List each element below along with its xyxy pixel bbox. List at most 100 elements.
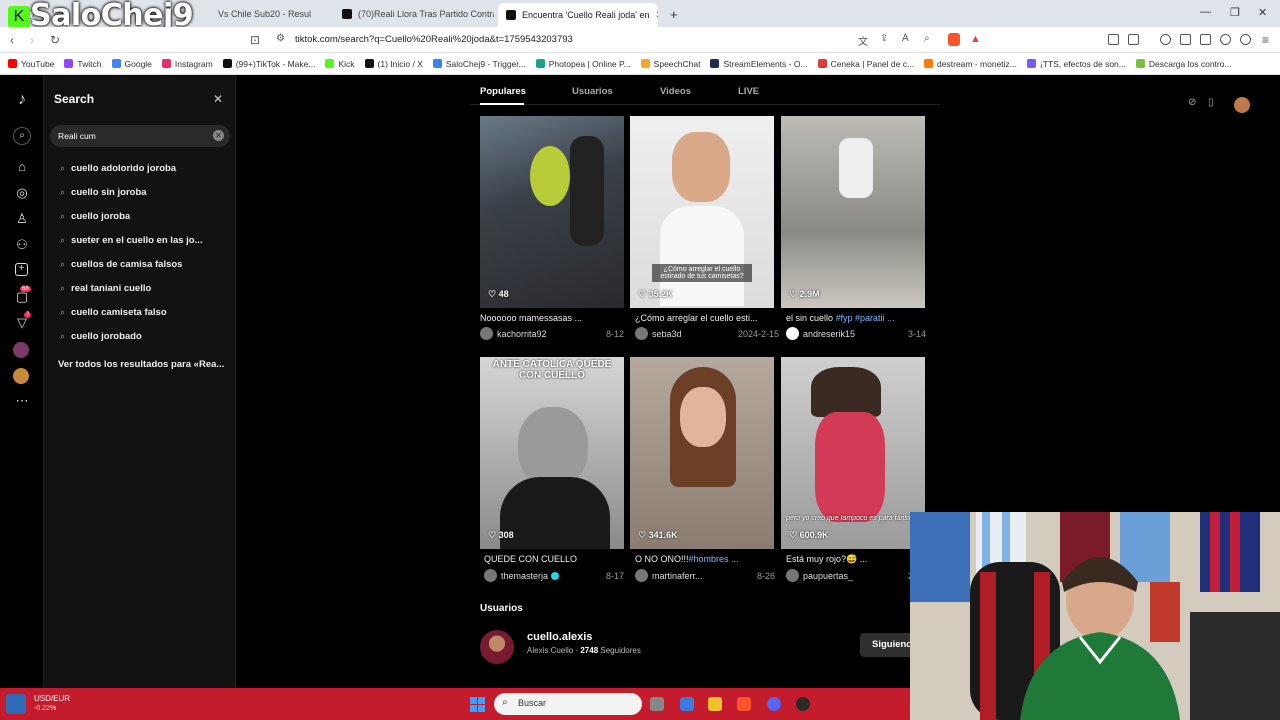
bookmark-item[interactable]: Kick: [325, 59, 355, 69]
search-suggestion[interactable]: ⌕ cuello camiseta falso: [60, 307, 167, 318]
tab-videos[interactable]: Videos: [660, 86, 691, 97]
video-caption[interactable]: QUEDE CON CUELLO: [484, 554, 634, 564]
fx-widget-label[interactable]: USD/EUR: [34, 694, 70, 703]
brave-shield-icon[interactable]: [948, 33, 960, 46]
tab-populares[interactable]: Populares: [480, 86, 526, 97]
avatar[interactable]: [480, 327, 493, 340]
clear-search-icon[interactable]: ✕: [213, 130, 224, 141]
bookmark-item[interactable]: Instagram: [161, 59, 213, 69]
video-caption[interactable]: ¿Cómo arreglar el cuello esti...: [635, 313, 785, 323]
close-tab-icon[interactable]: ✕: [656, 10, 658, 21]
reading-list-icon[interactable]: [1180, 34, 1191, 45]
search-suggestion[interactable]: ⌕ cuellos de camisa falsos: [60, 259, 182, 270]
forward-icon[interactable]: ›: [30, 33, 34, 47]
task-view-icon[interactable]: [650, 697, 664, 711]
windows-start-icon[interactable]: [470, 697, 485, 712]
explore-icon[interactable]: ◎: [14, 185, 30, 201]
share-icon[interactable]: ⇪: [880, 33, 888, 44]
menu-icon[interactable]: ≡: [1262, 33, 1269, 47]
video-author[interactable]: paupuertas_: [803, 571, 853, 581]
upload-icon[interactable]: +: [15, 263, 28, 276]
bookmark-item[interactable]: (99+)TikTok - Make...: [222, 59, 315, 69]
taskbar-search[interactable]: ⌕ Buscar: [494, 693, 642, 715]
user-avatar-top[interactable]: [1234, 97, 1250, 113]
leo-icon[interactable]: [1220, 34, 1231, 45]
new-tab-button[interactable]: +: [662, 4, 686, 24]
device-icon[interactable]: ▯: [1208, 97, 1220, 109]
video-tile[interactable]: ¿Cómo arreglar el cuello estirado de tus…: [630, 116, 774, 308]
video-author[interactable]: kachorrita92: [497, 329, 547, 339]
bookmark-item[interactable]: YouTube: [8, 59, 54, 69]
video-author[interactable]: martinaferr...: [652, 571, 703, 581]
user-handle[interactable]: cuello.alexis: [527, 631, 592, 643]
store-icon[interactable]: [680, 697, 694, 711]
browser-tab-active[interactable]: Encuentra 'Cuello Reali joda' en✕: [498, 3, 658, 27]
live-avatar[interactable]: [13, 342, 29, 358]
more-icon[interactable]: ⋯: [14, 393, 30, 409]
close-window-icon[interactable]: ✕: [1258, 6, 1267, 19]
video-caption[interactable]: O NO ONO!!!#hombres ...: [635, 554, 785, 564]
back-icon[interactable]: ‹: [10, 33, 14, 47]
search-suggestion[interactable]: ⌕ cuello sin joroba: [60, 187, 147, 198]
file-explorer-icon[interactable]: [708, 697, 722, 711]
video-author[interactable]: themasterja: [501, 571, 548, 581]
brave-browser-icon[interactable]: [737, 697, 751, 711]
search-icon[interactable]: ⌕: [13, 127, 31, 145]
search-input[interactable]: [58, 129, 198, 143]
bookmark-item[interactable]: Descarga los contro...: [1135, 59, 1232, 69]
search-suggestion[interactable]: ⌕ cuello jorobado: [60, 331, 142, 342]
see-all-results-link[interactable]: Ver todos los resultados para «Rea...: [58, 359, 224, 370]
search-suggestion[interactable]: ⌕ sueter en el cuello en las jo...: [60, 235, 203, 246]
wallet-icon[interactable]: [1200, 34, 1211, 45]
brave-rewards-icon[interactable]: ▲: [970, 33, 981, 45]
extensions-icon[interactable]: [1108, 34, 1119, 45]
close-icon[interactable]: ✕: [210, 91, 226, 107]
tab-live[interactable]: LIVE: [738, 86, 759, 97]
language-icon[interactable]: A: [902, 33, 909, 44]
bookmark-item[interactable]: SaloChej9 - Trigger...: [432, 59, 526, 69]
bookmark-item[interactable]: Google: [111, 59, 152, 69]
avatar[interactable]: [635, 327, 648, 340]
bookmark-item[interactable]: (1) Inicio / X: [364, 59, 423, 69]
obs-icon[interactable]: [796, 697, 810, 711]
zoom-icon[interactable]: ⌕: [924, 33, 930, 44]
bookmark-item[interactable]: Twitch: [64, 59, 102, 69]
avatar[interactable]: [786, 327, 799, 340]
maximize-icon[interactable]: ❐: [1230, 6, 1240, 19]
translate-icon[interactable]: 文: [858, 33, 868, 48]
home-icon[interactable]: ⌂: [14, 159, 30, 175]
reload-icon[interactable]: ↻: [50, 33, 60, 47]
bookmark-item[interactable]: Ceneka | Panel de c...: [817, 59, 914, 69]
bookmark-item[interactable]: destream - monetiz...: [924, 59, 1017, 69]
video-tile[interactable]: pero yo creo que tampoco es para tanto n…: [781, 357, 925, 549]
media-icon[interactable]: [1160, 34, 1171, 45]
compass-icon[interactable]: ⊘: [1188, 97, 1200, 109]
profile-avatar[interactable]: [13, 368, 29, 384]
video-tile[interactable]: ♡ 48: [480, 116, 624, 308]
vpn-icon[interactable]: [1240, 34, 1251, 45]
browser-tab[interactable]: Vs Chile Sub20 - Resul: [210, 4, 330, 24]
video-author[interactable]: andreserik15: [803, 329, 855, 339]
bookmark-item[interactable]: StreamElements - O...: [710, 59, 808, 69]
bookmark-icon[interactable]: ⊡: [250, 33, 260, 47]
tab-usuarios[interactable]: Usuarios: [572, 86, 613, 97]
search-suggestion[interactable]: ⌕ cuello adolorido joroba: [60, 163, 176, 174]
video-tile[interactable]: ♡ 341.6K: [630, 357, 774, 549]
browser-tab[interactable]: (70)Reali Llora Tras Partido Contra G: [334, 4, 494, 24]
search-suggestion[interactable]: ⌕ real taniani cuello: [60, 283, 151, 294]
minimize-icon[interactable]: —: [1200, 6, 1211, 18]
avatar[interactable]: [786, 569, 799, 582]
avatar[interactable]: [635, 569, 648, 582]
tiktok-logo-icon[interactable]: ♪: [14, 92, 30, 108]
video-tile[interactable]: ANTE CATOLICA QUEDE CON CUELLO ♡ 308: [480, 357, 624, 549]
friends-icon[interactable]: ⚇: [14, 237, 30, 253]
bookmark-item[interactable]: SpeechChat: [640, 59, 700, 69]
video-author[interactable]: seba3d: [652, 329, 682, 339]
avatar[interactable]: [484, 569, 497, 582]
video-caption[interactable]: Noooooo mamessasas ...: [480, 313, 630, 323]
search-suggestion[interactable]: ⌕ cuello joroba: [60, 211, 130, 222]
sidebar-icon[interactable]: [1128, 34, 1139, 45]
weather-widget-icon[interactable]: [6, 694, 26, 714]
following-icon[interactable]: ♙: [14, 211, 30, 227]
avatar[interactable]: [480, 630, 514, 664]
